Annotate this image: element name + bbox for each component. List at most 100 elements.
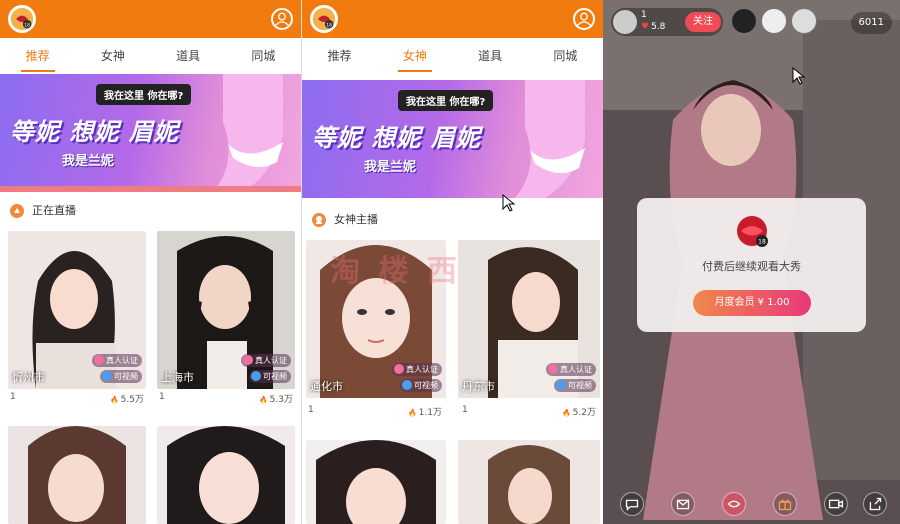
tab-recommend[interactable]: 推荐 xyxy=(302,38,377,74)
svg-text:18: 18 xyxy=(24,22,30,28)
card-meta: 1 5.5万 xyxy=(8,392,146,406)
streamer-city: 丹东市 xyxy=(462,380,495,393)
video-badge: 可视频 xyxy=(249,370,291,383)
viewer-avatar[interactable] xyxy=(791,8,817,34)
tab-local[interactable]: 同城 xyxy=(226,38,301,74)
streamer-city: 上海市 xyxy=(161,371,194,384)
home-goddess-screen: 18 推荐 女神 道具 同城 我在这里 你在哪? 等妮 想妮 眉妮 我是兰妮 女… xyxy=(301,0,603,524)
streamer-card[interactable]: 真人认证 可视频 通化市 xyxy=(306,240,446,398)
gift-icon[interactable] xyxy=(773,492,797,516)
shield-icon xyxy=(94,355,104,365)
shield-icon xyxy=(243,355,253,365)
card-heat: 1.1万 xyxy=(408,405,442,418)
category-tabs: 推荐 女神 道具 同城 xyxy=(302,38,603,74)
section-header: 正在直播 xyxy=(0,196,301,226)
banner-subtitle: 我是兰妮 xyxy=(364,160,417,175)
card-number: 1 xyxy=(308,405,314,415)
viewer-avatar[interactable] xyxy=(731,8,757,34)
streamer-card[interactable]: 真人认证 可视频 丹东市 xyxy=(458,240,600,398)
verified-badge: 真人认证 xyxy=(392,363,442,376)
streamer-city: 忻州市 xyxy=(12,371,45,384)
tab-goddess[interactable]: 女神 xyxy=(75,38,150,74)
card-number: 1 xyxy=(159,392,165,402)
viewer-avatars xyxy=(731,8,817,34)
paywall-message: 付费后继续观看大秀 xyxy=(702,260,801,273)
video-icon xyxy=(556,380,566,390)
streamer-card[interactable]: 真人认证 可视频 上海市 xyxy=(157,231,295,389)
card-number: 1 xyxy=(462,405,468,415)
banner-headline: 等妮 想妮 眉妮 xyxy=(312,124,481,152)
category-tabs: 推荐 女神 道具 同城 xyxy=(0,38,301,74)
video-call-icon[interactable] xyxy=(824,492,848,516)
shield-icon xyxy=(548,364,558,374)
section-title: 女神主播 xyxy=(334,213,378,226)
host-info[interactable]: 1 5.8 关注 xyxy=(611,8,723,36)
tab-goddess[interactable]: 女神 xyxy=(377,38,452,74)
verified-badge: 真人认证 xyxy=(546,363,596,376)
video-badge: 可视频 xyxy=(554,379,596,392)
tab-props[interactable]: 道具 xyxy=(453,38,528,74)
top-bar: 18 xyxy=(0,0,301,38)
viewer-count: 6011 xyxy=(850,12,892,34)
streamer-photo xyxy=(306,440,446,524)
card-meta: 1 5.2万 xyxy=(460,405,598,419)
chat-icon[interactable] xyxy=(620,492,644,516)
section-header: 女神主播 xyxy=(302,205,603,235)
streamer-card[interactable] xyxy=(8,426,146,524)
paywall-dialog: 18 付费后继续观看大秀 月度会员 ¥ 1.00 xyxy=(637,198,866,332)
promo-banner[interactable]: 我在这里 你在哪? 等妮 想妮 眉妮 我是兰妮 xyxy=(302,80,603,198)
streamer-card[interactable]: 真人认证 可视频 忻州市 xyxy=(8,231,146,389)
banner-bubble: 我在这里 你在哪? xyxy=(398,90,494,111)
app-logo-icon: 18 xyxy=(310,5,338,33)
shield-icon xyxy=(394,364,404,374)
profile-icon[interactable] xyxy=(573,8,595,30)
banner-headline: 等妮 想妮 眉妮 xyxy=(10,118,179,146)
card-heat: 5.2万 xyxy=(562,405,596,418)
streamer-card[interactable] xyxy=(157,426,295,524)
video-icon xyxy=(402,380,412,390)
streamer-photo xyxy=(8,426,146,524)
mouse-cursor-icon xyxy=(792,67,806,85)
host-avatar[interactable] xyxy=(613,10,637,34)
live-toolbar xyxy=(603,492,900,518)
svg-text:18: 18 xyxy=(758,239,766,246)
lips-icon[interactable] xyxy=(722,492,746,516)
message-icon[interactable] xyxy=(671,492,695,516)
live-icon xyxy=(10,204,24,218)
goddess-icon xyxy=(312,213,326,227)
streamer-photo xyxy=(458,440,600,524)
card-meta: 1 1.1万 xyxy=(306,405,444,419)
share-icon[interactable] xyxy=(863,492,887,516)
banner-stripe xyxy=(0,186,301,192)
card-meta: 1 5.3万 xyxy=(157,392,295,406)
verified-badge: 真人认证 xyxy=(241,354,291,367)
section-title: 正在直播 xyxy=(32,204,76,217)
svg-text:18: 18 xyxy=(326,22,332,28)
follow-button[interactable]: 关注 xyxy=(685,12,721,32)
banner-subtitle: 我是兰妮 xyxy=(62,154,115,169)
streamer-card[interactable] xyxy=(306,440,446,524)
streamer-city: 通化市 xyxy=(310,380,343,393)
app-logo-icon: 18 xyxy=(8,5,36,33)
banner-bubble: 我在这里 你在哪? xyxy=(96,84,192,105)
host-heat: 5.8 xyxy=(641,22,665,32)
streamer-card[interactable] xyxy=(458,440,600,524)
video-icon xyxy=(102,371,112,381)
verified-badge: 真人认证 xyxy=(92,354,142,367)
monthly-membership-button[interactable]: 月度会员 ¥ 1.00 xyxy=(693,290,811,316)
video-badge: 可视频 xyxy=(400,379,442,392)
top-bar: 18 xyxy=(302,0,603,38)
tab-recommend[interactable]: 推荐 xyxy=(0,38,75,74)
tab-local[interactable]: 同城 xyxy=(528,38,603,74)
card-heat: 5.3万 xyxy=(259,392,293,405)
lips-18-icon: 18 xyxy=(735,214,769,248)
app-screenshots: 18 推荐 女神 道具 同城 我在这里 你在哪? 等妮 想妮 眉妮 我是兰妮 正… xyxy=(0,0,900,524)
video-badge: 可视频 xyxy=(100,370,142,383)
home-recommend-screen: 18 推荐 女神 道具 同城 我在这里 你在哪? 等妮 想妮 眉妮 我是兰妮 正… xyxy=(0,0,301,524)
promo-banner[interactable]: 我在这里 你在哪? 等妮 想妮 眉妮 我是兰妮 xyxy=(0,74,301,192)
profile-icon[interactable] xyxy=(271,8,293,30)
tab-props[interactable]: 道具 xyxy=(151,38,226,74)
streamer-photo xyxy=(157,426,295,524)
viewer-avatar[interactable] xyxy=(761,8,787,34)
banner-figure xyxy=(515,80,585,198)
